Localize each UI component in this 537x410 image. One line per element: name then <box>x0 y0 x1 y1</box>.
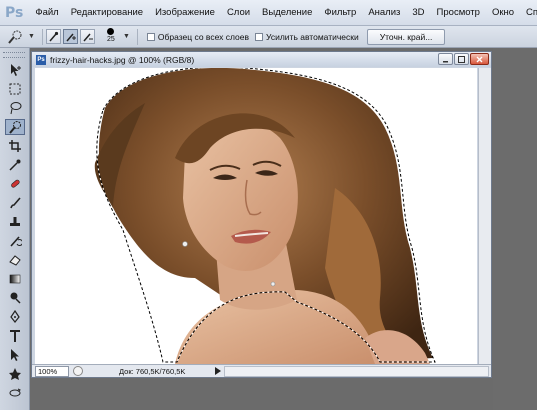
menu-file[interactable]: Файл <box>29 7 64 18</box>
sample-all-layers-label: Образец со всех слоев <box>157 31 250 42</box>
path-selection-tool[interactable] <box>5 347 25 363</box>
brush-size-value: 25 <box>107 35 115 43</box>
clone-stamp-icon <box>10 217 20 226</box>
menu-select[interactable]: Выделение <box>256 7 318 18</box>
workspace-background <box>493 48 537 410</box>
menu-image[interactable]: Изображение <box>149 7 221 18</box>
dodge-icon <box>10 292 21 304</box>
move-tool[interactable] <box>5 62 25 78</box>
subtract-from-selection-button[interactable] <box>79 29 95 44</box>
menu-view[interactable]: Просмотр <box>431 7 486 18</box>
play-arrow-icon <box>214 367 221 375</box>
3d-rotate-tool[interactable] <box>5 385 25 401</box>
image-canvas[interactable] <box>35 68 477 364</box>
eraser-icon <box>9 255 21 266</box>
crop-tool[interactable] <box>5 138 25 154</box>
menu-filter[interactable]: Фильтр <box>318 7 362 18</box>
quick-selection-tool[interactable] <box>5 119 25 135</box>
document-window: Ps frizzy-hair-hacks.jpg @ 100% (RGB/8) <box>31 51 492 378</box>
checkbox-box[interactable] <box>146 32 155 41</box>
minimize-button[interactable] <box>438 53 453 65</box>
shape-tool[interactable] <box>5 366 25 382</box>
eyedropper-tool[interactable] <box>5 157 25 173</box>
menu-analysis[interactable]: Анализ <box>362 7 406 18</box>
brush-picker[interactable]: 25 <box>101 27 121 47</box>
auto-enhance-checkbox[interactable]: Усилить автоматически <box>255 32 359 42</box>
lasso-icon <box>10 102 22 115</box>
maximize-icon <box>458 55 465 63</box>
checkbox-box[interactable] <box>255 32 264 41</box>
window-controls <box>437 53 489 65</box>
3d-rotate-icon <box>9 388 21 397</box>
marquee-tool[interactable] <box>5 81 25 97</box>
menu-edit[interactable]: Редактирование <box>65 7 149 18</box>
healing-brush-tool[interactable] <box>5 176 25 192</box>
menu-window[interactable]: Окно <box>486 7 520 18</box>
quick-selection-icon <box>9 121 21 134</box>
gradient-icon <box>9 274 21 284</box>
document-title: frizzy-hair-hacks.jpg @ 100% (RGB/8) <box>50 54 195 65</box>
photoshop-logo: Ps <box>5 4 24 21</box>
brush-add-icon <box>66 33 76 42</box>
pen-icon <box>10 310 20 323</box>
tool-preset-picker[interactable] <box>4 28 26 46</box>
brush-subtract-icon <box>83 33 93 42</box>
gradient-tool[interactable] <box>5 271 25 287</box>
brush-new-icon <box>49 31 59 42</box>
ps-document-icon: Ps <box>36 54 46 65</box>
crop-icon <box>9 140 21 152</box>
minimize-icon <box>443 60 448 62</box>
auto-enhance-label: Усилить автоматически <box>266 31 359 42</box>
refine-edge-button[interactable]: Уточн. край... <box>366 28 446 45</box>
type-tool[interactable] <box>5 328 25 344</box>
status-bar: 100% Док: 760,5K/760,5K <box>32 364 491 377</box>
sample-all-layers-checkbox[interactable]: Образец со всех слоев <box>146 31 250 42</box>
toolbox-grip[interactable] <box>3 52 25 58</box>
clone-stamp-tool[interactable] <box>5 214 25 230</box>
document-titlebar[interactable]: Ps frizzy-hair-hacks.jpg @ 100% (RGB/8) <box>32 52 491 67</box>
menu-3d[interactable]: 3D <box>406 7 430 18</box>
history-brush-tool[interactable] <box>5 233 25 249</box>
status-info-icon[interactable] <box>73 366 83 376</box>
close-icon <box>476 56 483 62</box>
dodge-tool[interactable] <box>5 290 25 306</box>
divider <box>41 28 43 45</box>
marquee-icon <box>9 83 21 95</box>
quick-selection-icon <box>8 30 22 44</box>
lasso-tool[interactable] <box>5 100 25 116</box>
brush-chevron-icon[interactable]: ▼ <box>123 33 130 40</box>
eraser-tool[interactable] <box>5 252 25 268</box>
move-icon <box>11 64 21 76</box>
pen-tool[interactable] <box>5 309 25 325</box>
menu-layers[interactable]: Слои <box>221 7 256 18</box>
new-selection-button[interactable] <box>45 29 61 44</box>
healing-brush-icon <box>11 179 20 188</box>
status-menu-arrow[interactable] <box>213 366 222 376</box>
shape-icon <box>9 368 21 380</box>
maximize-button[interactable] <box>454 53 469 65</box>
brush-icon <box>10 197 21 209</box>
eyedropper-icon <box>9 159 21 171</box>
history-brush-icon <box>10 236 22 247</box>
brush-tool[interactable] <box>5 195 25 211</box>
add-to-selection-button[interactable] <box>62 29 78 44</box>
menu-help[interactable]: Справка <box>520 7 537 18</box>
menu-bar: Ps Файл Редактирование Изображение Слои … <box>0 0 537 26</box>
options-bar: ▼ 25 ▼ Образец со всех слоев Усилить авт… <box>0 26 537 48</box>
toolbox <box>0 48 30 410</box>
brush-tip-icon <box>107 27 115 35</box>
zoom-level-field[interactable]: 100% <box>35 365 69 377</box>
portrait-photo <box>94 68 436 364</box>
chevron-down-icon[interactable]: ▼ <box>28 33 35 40</box>
vertical-scrollbar[interactable] <box>478 68 491 364</box>
divider <box>136 28 138 45</box>
path-selection-icon <box>11 349 19 361</box>
type-icon <box>10 330 20 342</box>
horizontal-scrollbar[interactable] <box>224 365 489 377</box>
close-button[interactable] <box>470 53 489 65</box>
document-size-info: Док: 760,5K/760,5K <box>119 366 186 376</box>
